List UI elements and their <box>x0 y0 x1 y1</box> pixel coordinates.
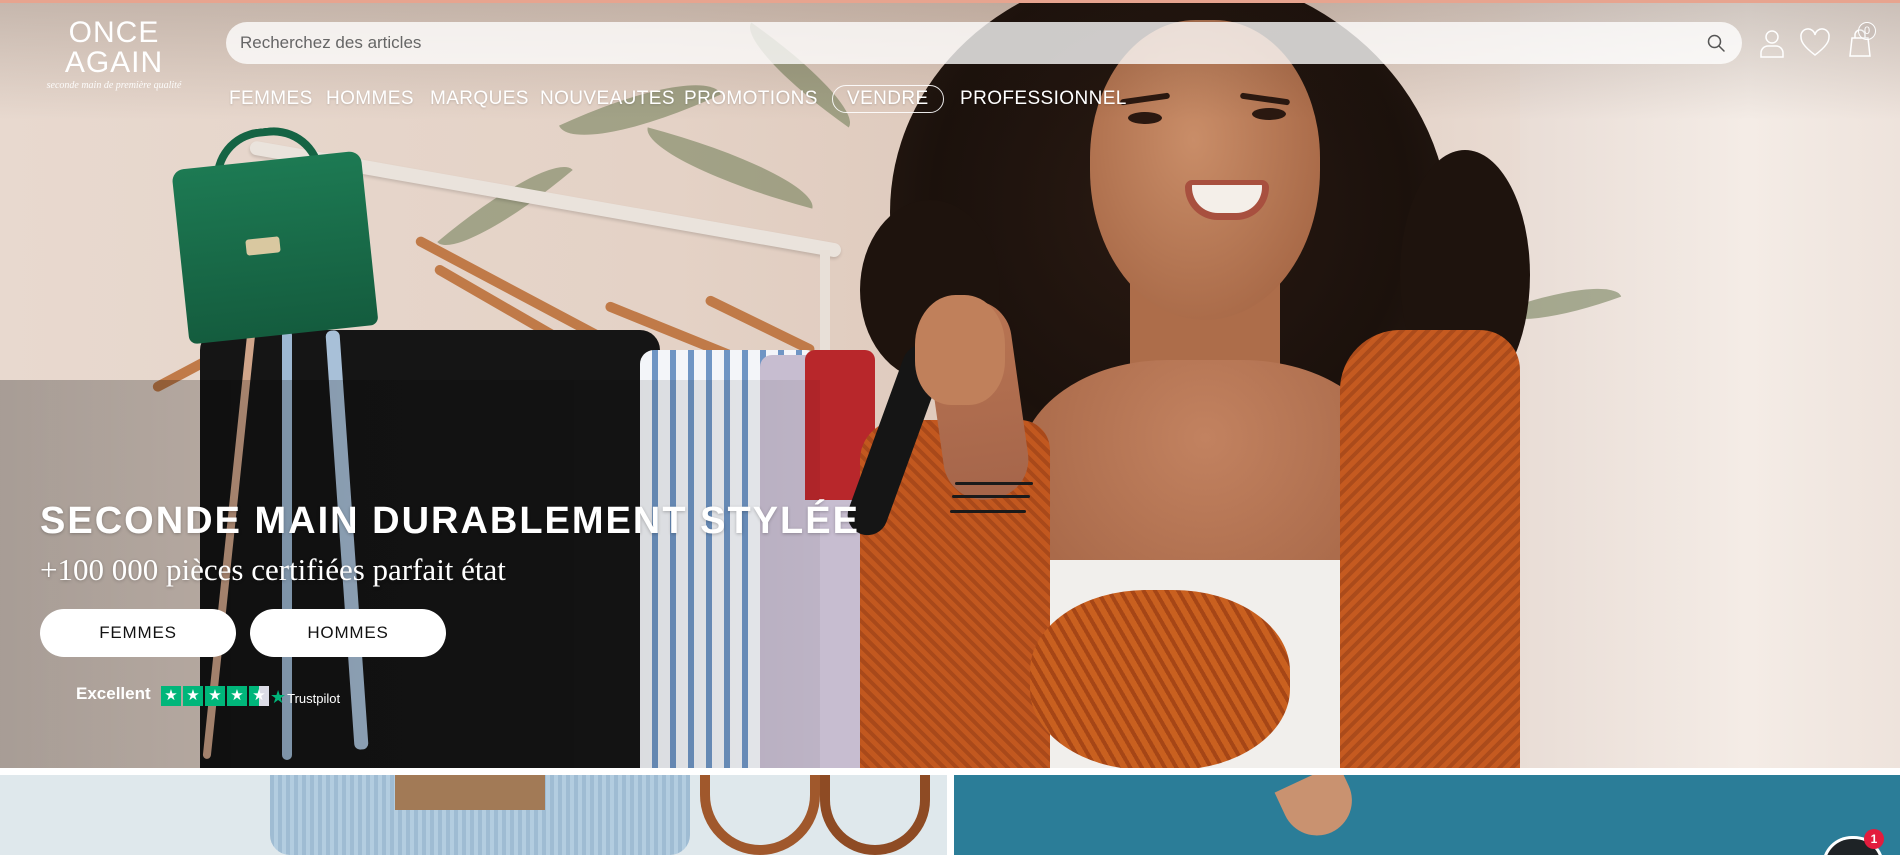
sandal-image <box>820 775 930 855</box>
hero-subtitle: +100 000 pièces certifiées parfait état <box>40 552 506 587</box>
brand-name: ONCE AGAIN <box>64 16 164 79</box>
shop-men-button[interactable]: HOMMES <box>250 609 446 657</box>
nav-item-marques[interactable]: MARQUES <box>430 88 529 110</box>
cart-count-badge: 0 <box>1858 22 1876 40</box>
nav-item-hommes[interactable]: HOMMES <box>326 88 414 110</box>
brand-tagline: seconde main de première qualité <box>46 80 182 91</box>
plant-leaf <box>638 127 822 209</box>
nav-item-professionnel[interactable]: PROFESSIONNEL <box>960 88 1127 110</box>
sandal-image <box>700 775 820 855</box>
search-bar <box>226 22 1742 64</box>
hand <box>915 295 1005 405</box>
brand-logo[interactable]: ONCE AGAIN seconde main de première qual… <box>16 18 212 92</box>
category-tile-left[interactable] <box>0 775 947 855</box>
nav-item-vendre[interactable]: VENDRE <box>832 85 944 113</box>
star-icon: ★ <box>205 686 225 706</box>
nav-item-nouveautes[interactable]: NOUVEAUTES <box>540 88 675 110</box>
bracelet <box>952 495 1030 498</box>
star-icon: ★ <box>227 686 247 706</box>
nav-item-promotions[interactable]: PROMOTIONS <box>684 88 818 110</box>
user-icon[interactable] <box>1755 26 1789 60</box>
heart-icon[interactable] <box>1798 26 1832 60</box>
search-input[interactable] <box>240 22 1680 64</box>
bracelet <box>955 482 1033 485</box>
trustpilot-rating-label: Excellent <box>76 684 151 703</box>
trustpilot-star-icon: ★ <box>270 687 287 707</box>
star-icon: ★ <box>183 686 203 706</box>
top-accent-line <box>0 0 1900 3</box>
bracelet <box>950 510 1026 513</box>
sweater-right <box>1340 330 1520 768</box>
shop-women-button[interactable]: FEMMES <box>40 609 236 657</box>
hero-title: SECONDE MAIN DURABLEMENT STYLÉE <box>40 500 860 542</box>
trustpilot-brand: Trustpilot <box>287 691 341 706</box>
sweater-knot <box>1030 590 1290 768</box>
trustpilot-logo[interactable]: ★Trustpilot <box>270 687 340 708</box>
jeans-patch <box>395 775 545 810</box>
nav-item-femmes[interactable]: FEMMES <box>229 88 313 110</box>
arm-image <box>1274 775 1364 847</box>
star-icon: ★ <box>161 686 181 706</box>
search-icon[interactable] <box>1706 33 1726 53</box>
category-tile-right[interactable] <box>954 775 1900 855</box>
half-star-icon: ★ <box>249 686 269 706</box>
trustpilot-stars[interactable]: ★ ★ ★ ★ ★ <box>161 686 269 706</box>
chat-unread-badge: 1 <box>1864 829 1884 849</box>
